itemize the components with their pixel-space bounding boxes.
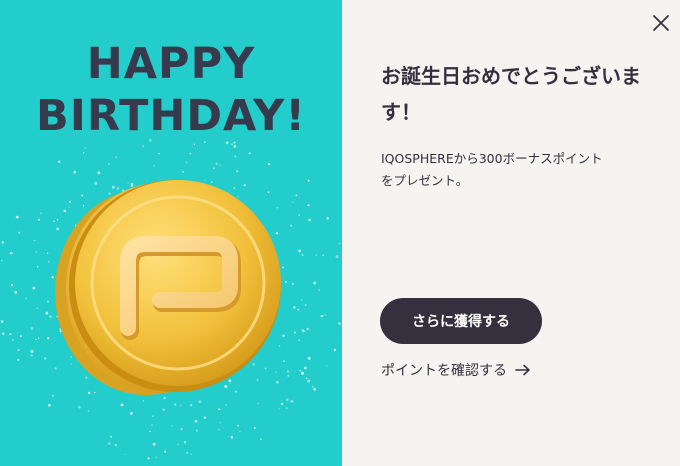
close-button[interactable] [648, 10, 674, 36]
coin-stack-image [55, 180, 281, 395]
close-icon [653, 15, 669, 31]
dialog-description: IQOSPHEREから300ボーナスポイントをプレゼント。 [381, 151, 603, 188]
arrow-right-icon [515, 364, 531, 376]
birthday-banner: HAPPY BIRTHDAY! [0, 0, 342, 466]
dialog-heading: お誕生日おめでとうございます！ [381, 64, 641, 124]
coin-front [75, 180, 281, 386]
check-points-link[interactable]: ポイントを確認する [381, 360, 531, 380]
check-points-link-label: ポイントを確認する [381, 363, 507, 379]
earn-more-button[interactable]: さらに獲得する [380, 298, 542, 344]
birthday-modal: HAPPY BIRTHDAY! お誕生日おめでとうございます！ IQOSPHER… [0, 0, 680, 466]
